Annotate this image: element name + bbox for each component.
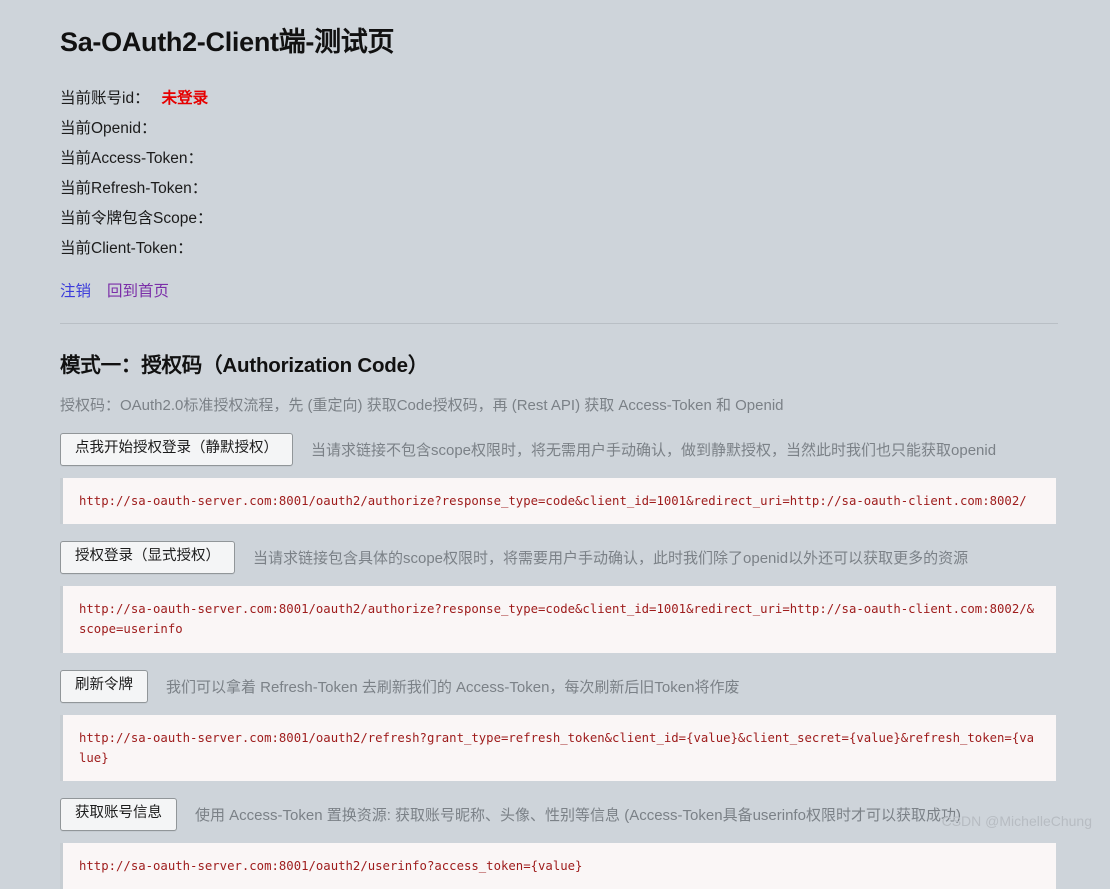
userinfo-url: http://sa-oauth-server.com:8001/oauth2/u… <box>60 843 1056 889</box>
info-row-openid: 当前Openid： <box>60 114 1058 144</box>
refresh-token-url: http://sa-oauth-server.com:8001/oauth2/r… <box>60 714 1056 782</box>
section-heading: 模式一：授权码（Authorization Code） <box>60 354 429 378</box>
action-row: 点我开始授权登录（静默授权） 当请求链接不包含scope权限时，将无需用户手动确… <box>60 432 1058 466</box>
action-note: 当请求链接不包含scope权限时，将无需用户手动确认，做到静默授权，当然此时我们… <box>311 441 997 459</box>
section-description: 授权码：OAuth2.0标准授权流程，先 (重定向) 获取Code授权码，再 (… <box>60 397 784 415</box>
info-label: 当前Refresh-Token： <box>60 180 208 198</box>
account-info-list: 当前账号id： 未登录 当前Openid： 当前Access-Token： 当前R… <box>60 84 1058 264</box>
action-row: 获取账号信息 使用 Access-Token 置换资源: 获取账号昵称、头像、性… <box>60 798 1058 832</box>
page-container: Sa-OAuth2-Client端-测试页 当前账号id： 未登录 当前Openi… <box>0 0 1110 889</box>
action-block-userinfo: 获取账号信息 使用 Access-Token 置换资源: 获取账号昵称、头像、性… <box>60 798 1058 889</box>
info-row-scope: 当前令牌包含Scope： <box>60 204 1058 234</box>
info-row-access-token: 当前Access-Token： <box>60 144 1058 174</box>
info-label: 当前令牌包含Scope： <box>60 210 213 228</box>
info-label: 当前Openid： <box>60 120 157 138</box>
explicit-authorize-button[interactable]: 授权登录（显式授权） <box>60 541 235 575</box>
authorize-explicit-url: http://sa-oauth-server.com:8001/oauth2/a… <box>60 586 1056 653</box>
action-note: 当请求链接包含具体的scope权限时，将需要用户手动确认，此时我们除了openi… <box>253 550 969 568</box>
action-block-authorize-explicit: 授权登录（显式授权） 当请求链接包含具体的scope权限时，将需要用户手动确认，… <box>60 541 1058 653</box>
action-block-authorize-silent: 点我开始授权登录（静默授权） 当请求链接不包含scope权限时，将无需用户手动确… <box>60 432 1058 525</box>
action-note: 使用 Access-Token 置换资源: 获取账号昵称、头像、性别等信息 (A… <box>195 807 961 825</box>
info-row-refresh-token: 当前Refresh-Token： <box>60 174 1058 204</box>
info-label: 当前Access-Token： <box>60 150 203 168</box>
action-block-refresh-token: 刷新令牌 我们可以拿着 Refresh-Token 去刷新我们的 Access-… <box>60 669 1058 782</box>
logout-link[interactable]: 注销 <box>60 283 91 300</box>
status-badge: 未登录 <box>161 90 209 108</box>
info-label: 当前Client-Token： <box>60 240 193 258</box>
home-link[interactable]: 回到首页 <box>107 283 169 300</box>
section-divider <box>60 323 1058 325</box>
info-row-client-token: 当前Client-Token： <box>60 234 1058 264</box>
info-label: 当前账号id： <box>60 90 150 108</box>
action-note: 我们可以拿着 Refresh-Token 去刷新我们的 Access-Token… <box>166 678 740 696</box>
start-silent-authorize-button[interactable]: 点我开始授权登录（静默授权） <box>60 432 293 466</box>
authorize-silent-url: http://sa-oauth-server.com:8001/oauth2/a… <box>60 477 1056 525</box>
action-row: 授权登录（显式授权） 当请求链接包含具体的scope权限时，将需要用户手动确认，… <box>60 541 1058 575</box>
action-row: 刷新令牌 我们可以拿着 Refresh-Token 去刷新我们的 Access-… <box>60 669 1058 703</box>
page-title: Sa-OAuth2-Client端-测试页 <box>60 27 395 57</box>
get-account-info-button[interactable]: 获取账号信息 <box>60 798 177 832</box>
refresh-token-button[interactable]: 刷新令牌 <box>60 669 148 703</box>
watermark: CSDN @MichelleChung <box>941 813 1092 829</box>
link-row: 注销 回到首页 <box>60 278 1058 306</box>
info-row-account-id: 当前账号id： 未登录 <box>60 84 1058 114</box>
